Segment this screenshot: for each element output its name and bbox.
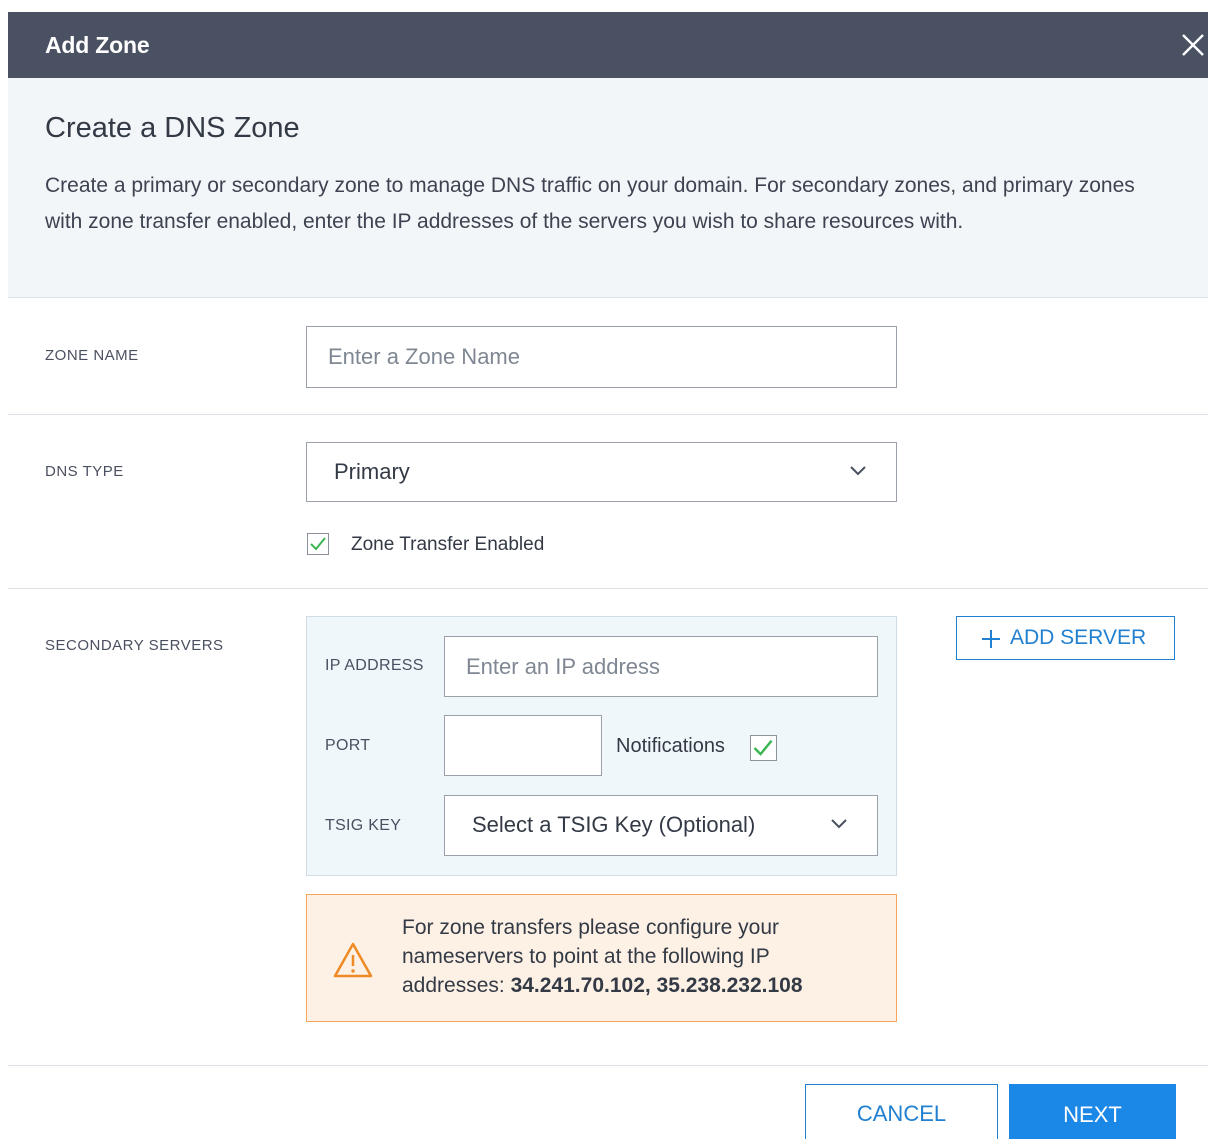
- page-title: Create a DNS Zone: [45, 112, 300, 144]
- dns-type-value: Primary: [334, 459, 410, 484]
- zone-name-input[interactable]: [306, 326, 897, 388]
- plus-icon: [982, 630, 1000, 648]
- check-icon: [753, 739, 773, 756]
- tsig-key-label: TSIG KEY: [325, 817, 402, 834]
- port-input[interactable]: [444, 715, 602, 776]
- warning-icon: [333, 942, 373, 978]
- dns-type-select[interactable]: Primary: [306, 442, 897, 502]
- ip-address-label: IP ADDRESS: [325, 657, 424, 674]
- ip-address-input[interactable]: [444, 636, 878, 697]
- check-icon: [310, 537, 326, 551]
- warning-ip-list: 34.241.70.102, 35.238.232.108: [510, 974, 803, 997]
- page-description: Create a primary or secondary zone to ma…: [45, 174, 1135, 233]
- cancel-button[interactable]: CANCEL: [805, 1084, 998, 1139]
- chevron-down-icon: [850, 466, 866, 476]
- dialog-header: Add Zone: [8, 12, 1208, 78]
- next-button[interactable]: NEXT: [1009, 1084, 1176, 1139]
- zone-name-label: ZONE NAME: [45, 347, 139, 364]
- add-server-button[interactable]: ADD SERVER: [956, 616, 1175, 660]
- port-label: PORT: [325, 737, 371, 754]
- notifications-label: Notifications: [616, 735, 725, 757]
- zone-transfer-warning: For zone transfers please configure your…: [306, 894, 897, 1022]
- add-server-label: ADD SERVER: [1010, 626, 1147, 649]
- divider: [8, 414, 1208, 415]
- divider: [8, 588, 1208, 589]
- secondary-servers-label: SECONDARY SERVERS: [45, 637, 224, 654]
- warning-message: For zone transfers please configure your…: [402, 913, 872, 1000]
- close-icon[interactable]: [1178, 30, 1208, 60]
- intro-panel: Create a DNS Zone Create a primary or se…: [8, 78, 1208, 298]
- divider: [8, 1065, 1208, 1066]
- tsig-key-value: Select a TSIG Key (Optional): [472, 812, 756, 837]
- dns-type-label: DNS TYPE: [45, 463, 124, 480]
- add-zone-dialog: Add Zone Create a DNS Zone Create a prim…: [8, 12, 1208, 1139]
- dialog-title: Add Zone: [45, 32, 150, 58]
- server-entry-panel: IP ADDRESS PORT Notifications TSIG KEY S…: [306, 616, 897, 876]
- tsig-key-select[interactable]: Select a TSIG Key (Optional): [444, 795, 878, 856]
- zone-transfer-checkbox[interactable]: [307, 533, 329, 555]
- chevron-down-icon: [831, 819, 847, 829]
- zone-transfer-label: Zone Transfer Enabled: [351, 534, 545, 555]
- notifications-checkbox[interactable]: [750, 735, 777, 761]
